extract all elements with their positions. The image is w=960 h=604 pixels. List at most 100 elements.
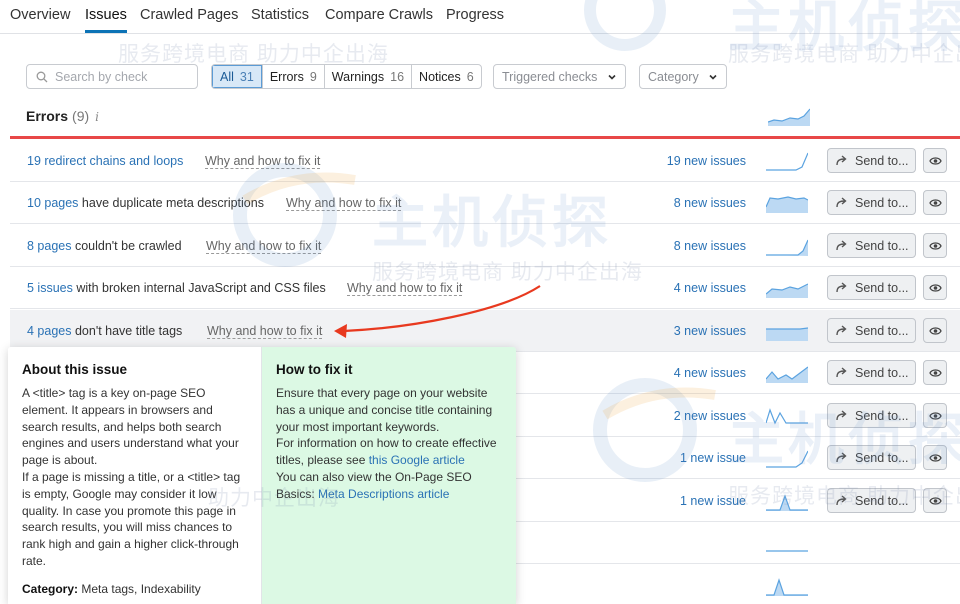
eye-icon [928, 326, 942, 335]
share-arrow-icon [836, 325, 847, 336]
about-panel: About this issue A <title> tag is a key … [8, 347, 262, 604]
issue-title: 4 pages don't have title tags [27, 324, 182, 338]
share-arrow-icon [836, 495, 847, 506]
send-to-button[interactable]: Send to... [827, 190, 916, 215]
filter-all[interactable]: All 31 [212, 65, 262, 88]
why-fix-link[interactable]: Why and how to fix it [347, 281, 463, 296]
trend-sparkline [766, 550, 808, 552]
share-arrow-icon [836, 367, 847, 378]
eye-button[interactable] [923, 148, 947, 173]
issue-row-selected: 4 pages don't have title tags Why and ho… [10, 310, 960, 352]
issue-row: 19 redirect chains and loops Why and how… [10, 140, 960, 182]
trend-sparkline [766, 366, 808, 383]
info-icon[interactable]: i [95, 110, 99, 124]
tab-crawled-pages[interactable]: Crawled Pages [140, 7, 238, 23]
send-to-button[interactable]: Send to... [827, 445, 916, 470]
why-fix-link[interactable]: Why and how to fix it [205, 154, 321, 169]
watermark-slogan: 服务跨境电商 助力中企出海 [728, 43, 960, 66]
errors-divider [10, 136, 960, 139]
filter-label: Warnings [331, 69, 385, 84]
filter-count: 6 [466, 69, 474, 84]
new-issues-link[interactable]: 1 new issue [680, 451, 746, 465]
errors-heading: Errors (9) i [26, 108, 99, 124]
about-title: About this issue [22, 362, 128, 377]
triggered-checks-dropdown[interactable]: Triggered checks [493, 64, 626, 89]
new-issues-link[interactable]: 1 new issue [680, 494, 746, 508]
eye-icon [928, 411, 942, 420]
eye-icon [928, 368, 942, 377]
trend-sparkline [766, 408, 808, 425]
filter-warnings[interactable]: Warnings 16 [323, 65, 411, 88]
tab-progress[interactable]: Progress [446, 7, 504, 23]
new-issues-link[interactable]: 4 new issues [674, 366, 746, 380]
send-to-button[interactable]: Send to... [827, 318, 916, 343]
tab-overview[interactable]: Overview [10, 7, 70, 23]
new-issues-link[interactable]: 3 new issues [674, 324, 746, 338]
why-fix-link[interactable]: Why and how to fix it [206, 239, 322, 254]
eye-button[interactable] [923, 403, 947, 428]
issue-title: 8 pages couldn't be crawled [27, 239, 182, 253]
tab-issues[interactable]: Issues [85, 7, 127, 33]
why-fix-link[interactable]: Why and how to fix it [286, 196, 402, 211]
eye-button[interactable] [923, 318, 947, 343]
fix-text: Ensure that every page on your website h… [276, 386, 493, 434]
eye-button[interactable] [923, 488, 947, 513]
fix-title: How to fix it [276, 362, 353, 377]
errors-trend-sparkline [768, 108, 810, 126]
new-issues-link[interactable]: 8 new issues [674, 239, 746, 253]
new-issues-link[interactable]: 8 new issues [674, 196, 746, 210]
filter-label: All [220, 69, 234, 84]
category-dropdown[interactable]: Category [639, 64, 727, 89]
send-to-button[interactable]: Send to... [827, 148, 916, 173]
search-icon [36, 71, 48, 82]
eye-icon [928, 198, 942, 207]
send-to-button[interactable]: Send to... [827, 360, 916, 385]
issue-text: have duplicate meta descriptions [78, 196, 264, 210]
send-to-button[interactable]: Send to... [827, 403, 916, 428]
issue-title: 10 pages have duplicate meta description… [27, 196, 264, 210]
issue-text: don't have title tags [71, 324, 183, 338]
send-to-button[interactable]: Send to... [827, 233, 916, 258]
issue-text: couldn't be crawled [71, 239, 182, 253]
filter-count: 9 [309, 69, 317, 84]
tab-compare-crawls[interactable]: Compare Crawls [325, 7, 433, 23]
eye-button[interactable] [923, 190, 947, 215]
new-issues-link[interactable]: 2 new issues [674, 409, 746, 423]
search-input[interactable] [55, 69, 195, 84]
fix-text-3: You can also view the On-Page SEO Basics… [276, 469, 502, 503]
share-arrow-icon [836, 197, 847, 208]
category-value: Meta tags, Indexability [78, 581, 201, 596]
tab-bar: Overview Issues Crawled Pages Statistics… [0, 0, 960, 34]
trend-sparkline [766, 578, 808, 596]
eye-button[interactable] [923, 275, 947, 300]
filter-notices[interactable]: Notices 6 [411, 65, 481, 88]
meta-descriptions-link[interactable]: Meta Descriptions article [318, 487, 449, 501]
issue-link[interactable]: 8 pages [27, 239, 71, 253]
send-to-button[interactable]: Send to... [827, 488, 916, 513]
search-box[interactable] [26, 64, 198, 89]
eye-button[interactable] [923, 360, 947, 385]
filter-errors[interactable]: Errors 9 [261, 65, 324, 88]
google-article-link[interactable]: this Google article [369, 453, 465, 467]
why-fix-link[interactable]: Why and how to fix it [207, 324, 323, 339]
issue-link[interactable]: 19 redirect chains and loops [27, 154, 183, 168]
trend-sparkline [766, 152, 808, 171]
eye-icon [928, 241, 942, 250]
tab-statistics[interactable]: Statistics [251, 7, 309, 23]
send-label: Send to... [855, 323, 909, 338]
eye-button[interactable] [923, 233, 947, 258]
new-issues-link[interactable]: 19 new issues [667, 154, 746, 168]
trend-sparkline [766, 239, 808, 256]
send-label: Send to... [855, 450, 909, 465]
eye-button[interactable] [923, 445, 947, 470]
issue-link[interactable]: 10 pages [27, 196, 78, 210]
new-issues-link[interactable]: 4 new issues [674, 281, 746, 295]
issue-link[interactable]: 5 issues [27, 281, 73, 295]
chevron-down-icon [709, 74, 717, 80]
send-to-button[interactable]: Send to... [827, 275, 916, 300]
category-line: Category: Meta tags, Indexability [22, 582, 247, 596]
issue-tooltip: About this issue A <title> tag is a key … [8, 347, 516, 604]
issue-link[interactable]: 4 pages [27, 324, 71, 338]
eye-icon [928, 453, 942, 462]
share-arrow-icon [836, 452, 847, 463]
